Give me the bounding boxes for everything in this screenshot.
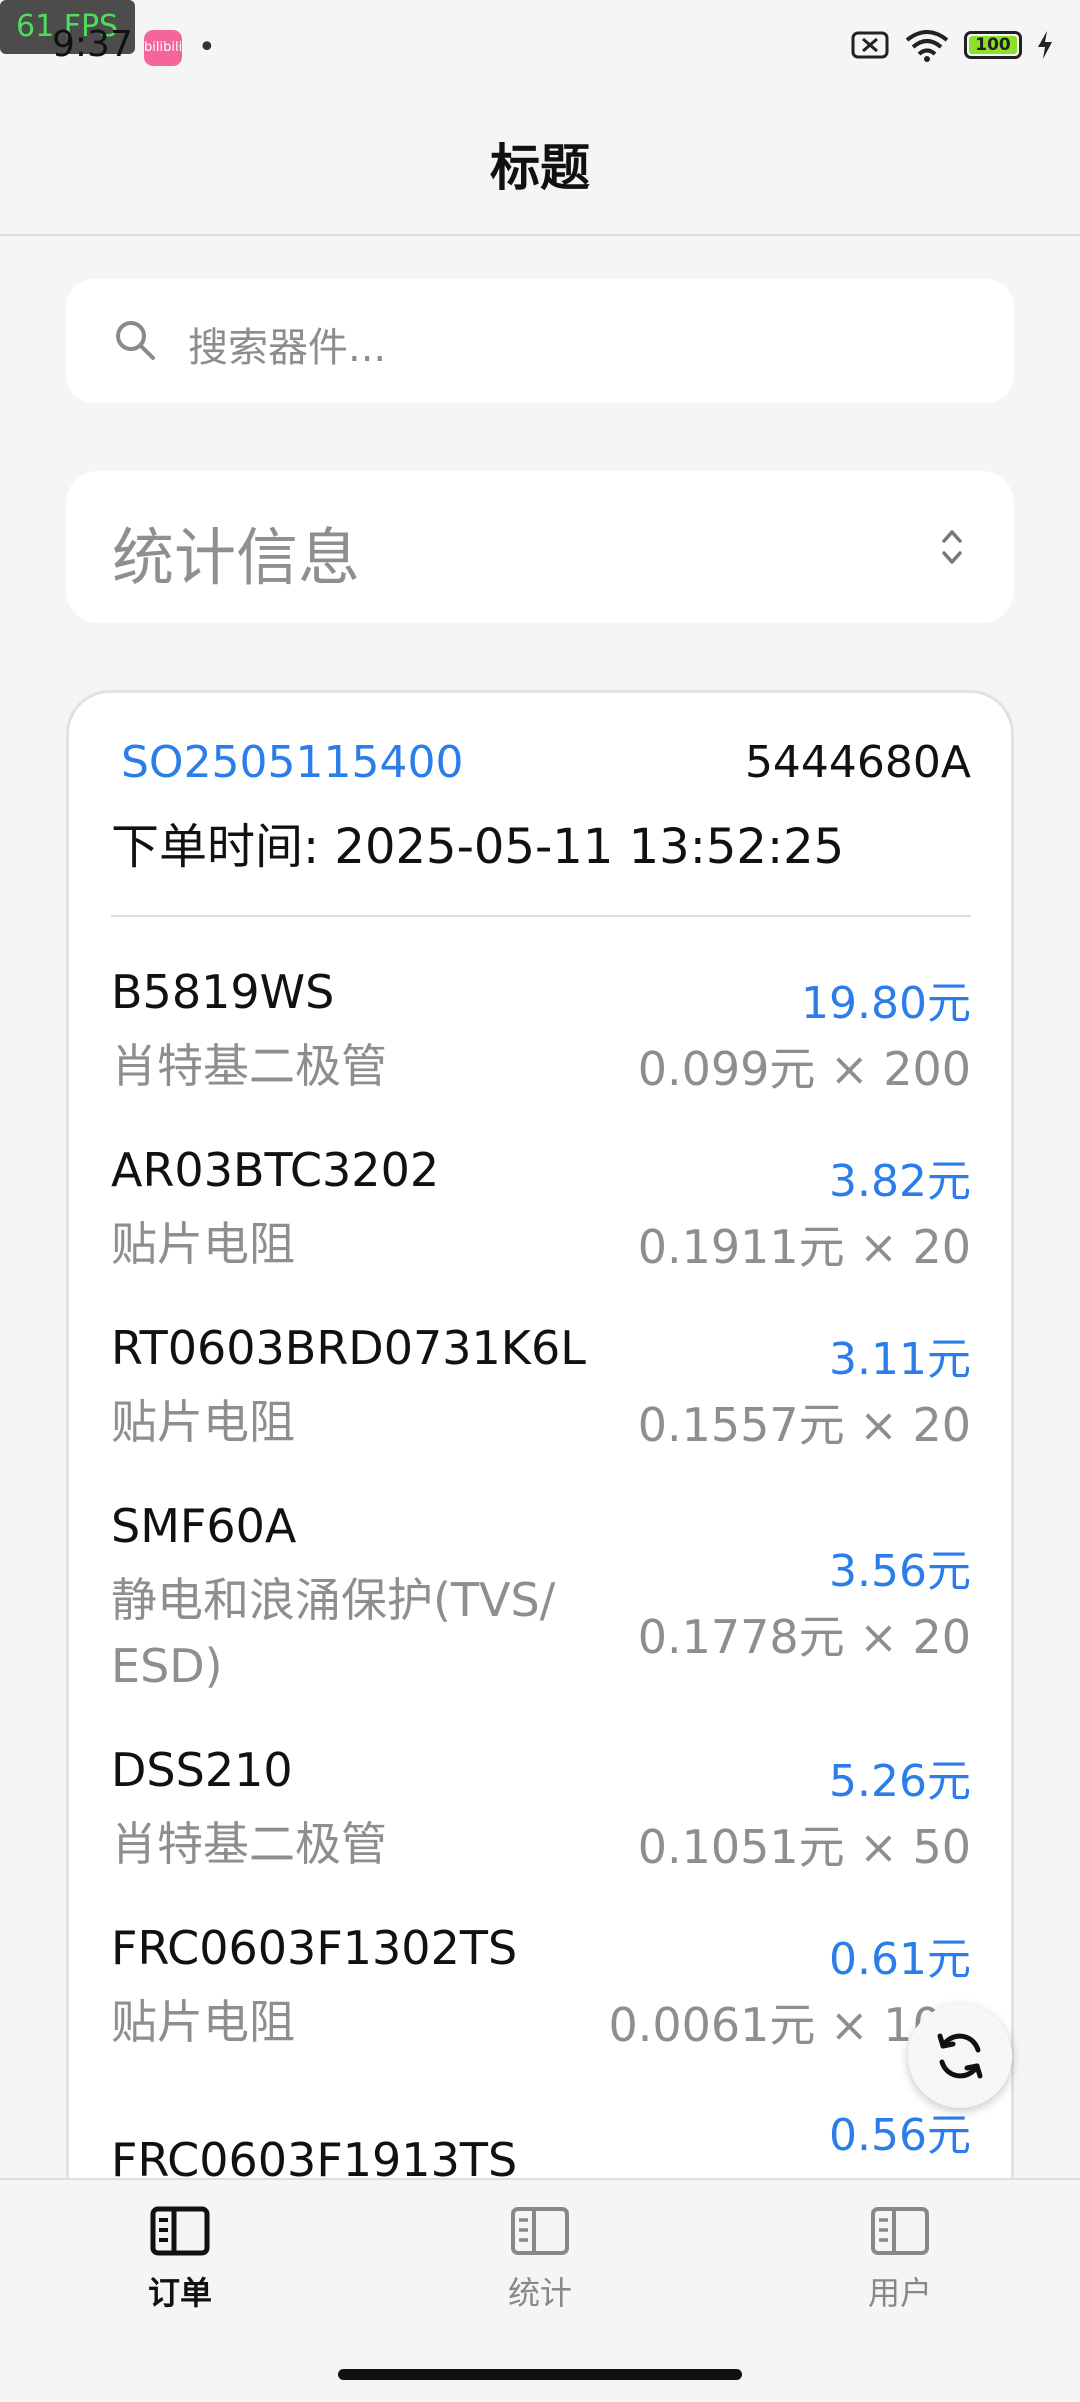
item-name: RT0603BRD0731K6L xyxy=(111,1321,586,1375)
status-bar: 61 FPS 9:37 bilibili • 100 xyxy=(0,0,1080,100)
item-price: 0.61元 xyxy=(829,1934,971,1985)
status-time: 9:37 xyxy=(52,24,133,65)
tab-users[interactable]: 用户 xyxy=(800,2206,1000,2314)
chevron-up-down-icon xyxy=(942,530,962,564)
item-price: 3.82元 xyxy=(829,1156,971,1207)
item-unit-price: 0.1911元 × 20 xyxy=(637,1220,971,1274)
item-category: 静电和浪涌保护(TVS/ ESD) xyxy=(111,1573,556,1693)
tab-orders[interactable]: 订单 xyxy=(80,2206,280,2314)
item-price: 0.56元 xyxy=(829,2110,971,2161)
search-icon xyxy=(116,321,155,360)
item-category: 贴片电阻 xyxy=(111,1217,295,1271)
item-category: 贴片电阻 xyxy=(111,1395,295,1449)
page-title: 标题 xyxy=(490,139,590,197)
divider xyxy=(111,915,971,917)
order-time: 下单时间: 2025-05-11 13:52:25 xyxy=(111,819,845,875)
item-price: 5.26元 xyxy=(829,1756,971,1807)
item-name: DSS210 xyxy=(111,1743,293,1797)
item-price: 3.56元 xyxy=(829,1546,971,1597)
battery-level: 100 xyxy=(975,35,1011,55)
tab-label: 用户 xyxy=(867,2274,932,2312)
item-category: 贴片电阻 xyxy=(111,1995,295,2049)
stats-collapsible[interactable]: 统计信息 xyxy=(66,471,1014,623)
app-header: 标题 xyxy=(0,100,1080,236)
book-icon xyxy=(511,2207,569,2255)
tab-label: 统计 xyxy=(507,2274,572,2312)
item-name: SMF60A xyxy=(111,1499,297,1553)
book-icon xyxy=(871,2207,929,2255)
item-category: 肖特基二极管 xyxy=(111,1039,387,1093)
book-icon xyxy=(150,2206,210,2256)
home-indicator[interactable] xyxy=(338,2369,742,2380)
stats-label: 统计信息 xyxy=(112,521,361,594)
item-name: FRC0603F1302TS xyxy=(111,1921,518,1975)
item-unit-price: 0.1778元 × 20 xyxy=(637,1610,971,1664)
item-unit-price: 0.1051元 × 50 xyxy=(637,1820,971,1874)
wifi-icon xyxy=(905,30,949,62)
order-number[interactable]: SO2505115400 xyxy=(121,737,464,788)
item-name: B5819WS xyxy=(111,965,335,1019)
search-input[interactable]: 搜索器件... xyxy=(188,315,386,373)
refresh-icon xyxy=(937,2033,983,2079)
item-name: AR03BTC3202 xyxy=(111,1143,440,1197)
search-bar[interactable]: 搜索器件... xyxy=(66,279,1014,403)
battery-icon: 100 xyxy=(964,31,1022,59)
item-unit-price: 0.099元 × 200 xyxy=(637,1042,971,1096)
bilibili-app-icon: bilibili xyxy=(144,30,182,66)
order-card[interactable]: SO2505115400 5444680A 下单时间: 2025-05-11 1… xyxy=(66,690,1014,2250)
item-category: 肖特基二极管 xyxy=(111,1817,387,1871)
tab-label: 订单 xyxy=(147,2274,212,2312)
order-id: 5444680A xyxy=(744,737,971,788)
status-icons: 100 xyxy=(850,28,1054,62)
tab-stats[interactable]: 统计 xyxy=(440,2206,640,2314)
refresh-button[interactable] xyxy=(908,2004,1012,2108)
no-sim-icon xyxy=(851,31,889,59)
notification-dot: • xyxy=(198,30,216,65)
item-price: 19.80元 xyxy=(801,978,971,1029)
item-unit-price: 0.1557元 × 20 xyxy=(637,1398,971,1452)
charging-icon xyxy=(1038,31,1052,59)
item-price: 3.11元 xyxy=(829,1334,971,1385)
